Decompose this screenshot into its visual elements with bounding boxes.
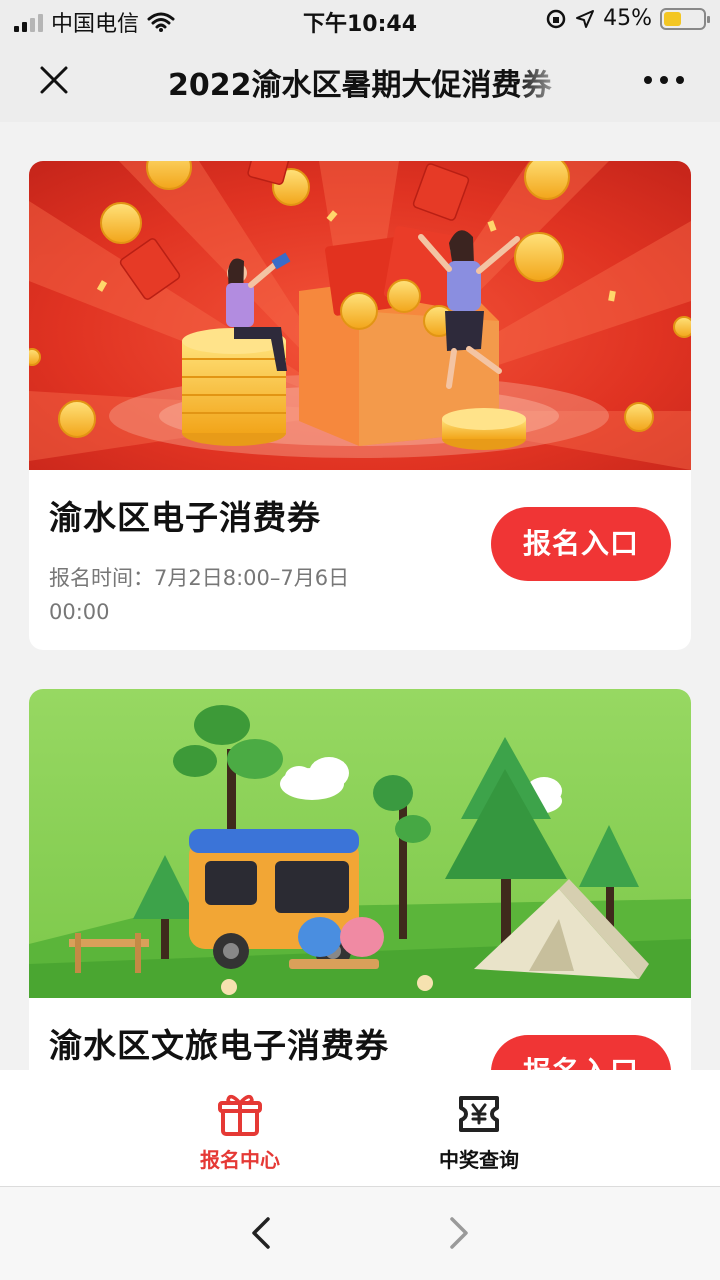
card-title: 渝水区文旅电子消费券: [49, 1026, 389, 1065]
tourism-banner-image: [29, 689, 691, 998]
signup-entry-button[interactable]: 报名入口: [491, 1035, 671, 1070]
more-icon[interactable]: [644, 70, 684, 90]
ticket-yen-icon: [459, 1096, 499, 1132]
tab-label: 报名中心: [200, 1148, 280, 1172]
orientation-lock-icon: [546, 9, 566, 28]
battery-percent: 45%: [603, 6, 652, 31]
activity-list[interactable]: 渝水区电子消费券 报名时间：7月2日8:00–7月6日 00:00 报名入口 渝…: [0, 122, 720, 1070]
signup-entry-button[interactable]: 报名入口: [491, 507, 671, 581]
tab-prize-query[interactable]: 中奖查询: [379, 1070, 579, 1186]
status-bar-right: 45%: [545, 6, 710, 31]
forward-arrow-icon[interactable]: [440, 1213, 476, 1253]
navbar: 2022渝水区暑期大促消费券: [0, 40, 720, 122]
status-bar: 中国电信 下午10:44 45%: [0, 0, 720, 40]
coupon-banner-image: [29, 161, 691, 470]
card-title: 渝水区电子消费券: [49, 498, 321, 537]
location-icon: [576, 9, 595, 28]
battery-charging-icon: [660, 7, 710, 30]
coupon-card: 渝水区电子消费券 报名时间：7月2日8:00–7月6日 00:00 报名入口: [29, 161, 691, 650]
signup-time: 报名时间：7月2日8:00–7月6日 00:00: [49, 566, 350, 624]
tab-bar: 报名中心 中奖查询: [0, 1070, 720, 1186]
tab-signup-center[interactable]: 报名中心: [140, 1070, 340, 1186]
page-title: 2022渝水区暑期大促消费券: [168, 68, 552, 103]
back-arrow-icon[interactable]: [244, 1213, 280, 1253]
close-icon[interactable]: [36, 62, 72, 98]
tab-label: 中奖查询: [439, 1148, 519, 1172]
browser-bottom-bar: [0, 1186, 720, 1280]
gift-icon: [218, 1094, 262, 1136]
coupon-card: 渝水区文旅电子消费券 报名入口: [29, 689, 691, 1070]
